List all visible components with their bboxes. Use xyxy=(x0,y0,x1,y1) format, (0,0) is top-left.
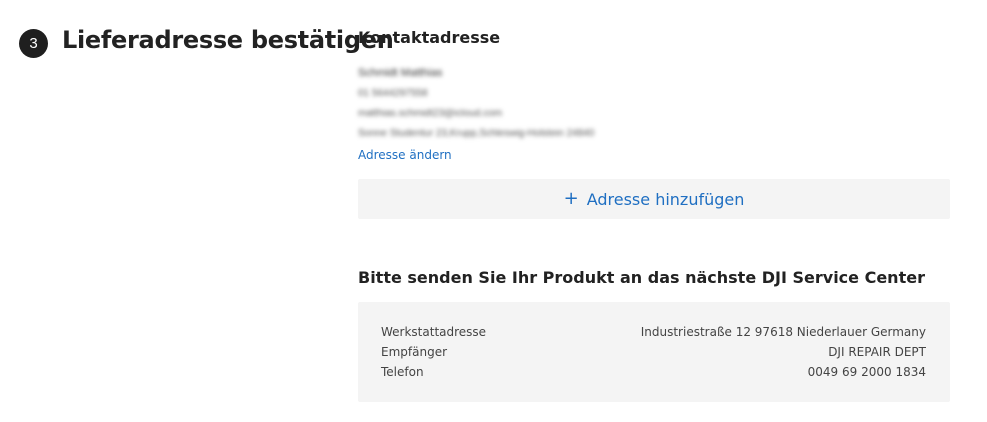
recipient-value: DJI REPAIR DEPT xyxy=(828,345,926,359)
add-address-button[interactable]: + Adresse hinzufügen xyxy=(358,179,950,219)
plus-icon: + xyxy=(563,188,579,209)
contact-email-blurred: matthias.schmidt23@icloud.com xyxy=(358,109,503,119)
workshop-address-value: Industriestraße 12 97618 Niederlauer Ger… xyxy=(640,325,926,339)
phone-value: 0049 69 2000 1834 xyxy=(807,365,926,379)
change-address-link[interactable]: Adresse ändern xyxy=(358,148,452,162)
service-row-workshop: Werkstattadresse Industriestraße 12 9761… xyxy=(381,325,926,339)
contact-name-blurred: Schmidt Matthias xyxy=(358,68,443,78)
service-center-title: Bitte senden Sie Ihr Produkt an das näch… xyxy=(358,268,925,287)
step-number-badge: 3 xyxy=(19,29,48,58)
recipient-label: Empfänger xyxy=(381,345,448,359)
phone-label: Telefon xyxy=(381,365,424,379)
workshop-address-label: Werkstattadresse xyxy=(381,325,487,339)
service-row-phone: Telefon 0049 69 2000 1834 xyxy=(381,365,926,379)
add-address-label: Adresse hinzufügen xyxy=(586,189,745,209)
service-row-recipient: Empfänger DJI REPAIR DEPT xyxy=(381,345,926,359)
contact-street-blurred: Sonne Studentur 23,Krupp,Schleswig-Holst… xyxy=(358,129,595,139)
contact-address-title: Kontaktadresse xyxy=(358,28,501,47)
step-title: Lieferadresse bestätigen xyxy=(62,26,394,54)
service-center-info-box: Werkstattadresse Industriestraße 12 9761… xyxy=(358,302,950,402)
contact-phone-blurred: 01 5644297558 xyxy=(358,89,428,99)
